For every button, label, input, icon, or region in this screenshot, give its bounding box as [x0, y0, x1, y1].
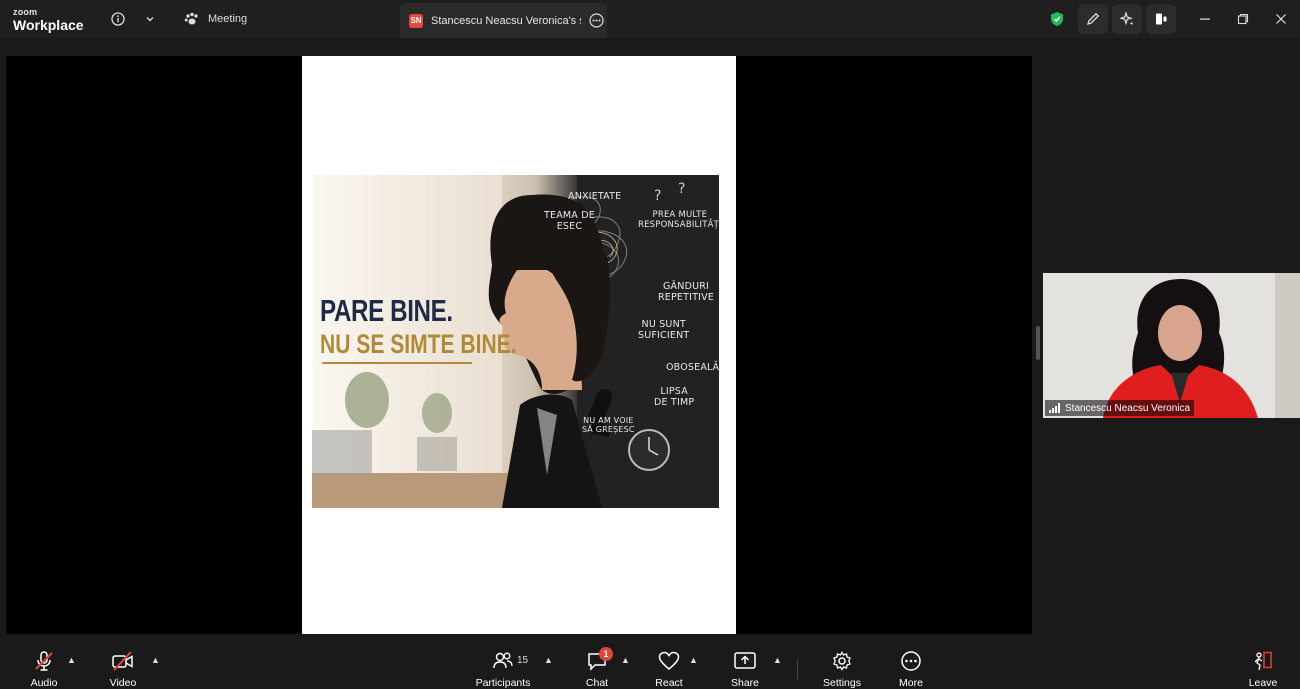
video-button[interactable]: Video [93, 651, 153, 689]
chat-options-caret-icon[interactable]: ▲ [621, 655, 630, 665]
annotate-pencil-icon[interactable] [1078, 4, 1108, 34]
share-label: Share [730, 677, 760, 689]
leave-door-icon [1254, 651, 1272, 671]
participants-label: Participants [475, 677, 531, 689]
chat-unread-badge: 1 [599, 647, 613, 661]
share-button[interactable]: Share [715, 651, 775, 689]
audio-options-caret-icon[interactable]: ▲ [67, 655, 76, 665]
ai-companion-sparkle-icon[interactable] [1112, 4, 1142, 34]
signal-strength-icon [1049, 403, 1060, 413]
chat-label: Chat [585, 677, 609, 689]
settings-label: Settings [823, 677, 861, 689]
video-options-caret-icon[interactable]: ▲ [151, 655, 160, 665]
chat-button[interactable]: 1 Chat [567, 647, 627, 689]
logo-zoom-text: zoom [13, 7, 38, 17]
more-options-icon[interactable] [589, 13, 604, 28]
heart-icon [658, 651, 680, 670]
close-icon[interactable] [1262, 13, 1300, 25]
minimize-icon[interactable] [1186, 13, 1224, 25]
leave-button[interactable]: Leave [1233, 651, 1293, 689]
meeting-toolbar: Audio ▲ Video ▲ Participants 15 ▲ 1 Chat… [0, 641, 1300, 689]
headline-underline [322, 362, 472, 364]
meeting-label: Meeting [208, 13, 248, 25]
logo-workplace-text: Workplace [13, 17, 84, 33]
word-nu-sunt: NU SUNT SUFICIENT [638, 319, 690, 341]
audio-label: Audio [30, 677, 58, 689]
participants-count: 15 [517, 655, 529, 666]
video-camera-off-icon [112, 651, 133, 671]
info-icon[interactable] [107, 8, 129, 30]
video-label: Video [109, 677, 137, 689]
participant-video-tile[interactable]: Stancescu Neacsu Veronica [1043, 273, 1300, 418]
participant-name-label: Stancescu Neacsu Veronica [1045, 400, 1195, 416]
gear-icon [833, 651, 851, 671]
title-bar: zoom Workplace Meeting SN Stancescu Neac… [0, 0, 1300, 38]
screen-share-tab-label: Stancescu Neacsu Veronica's screen [431, 14, 581, 27]
audio-button[interactable]: Audio [14, 651, 74, 689]
svg-text:?: ? [678, 181, 685, 197]
shared-screen-view[interactable]: ? ? PARE BINE. NU SE SIMTE BINE. ANXIETA… [6, 56, 1032, 634]
chevron-down-icon[interactable] [139, 8, 161, 30]
participant-video-frame [1043, 273, 1300, 418]
shared-document-page: ? ? PARE BINE. NU SE SIMTE BINE. ANXIETA… [302, 56, 736, 634]
svg-text:?: ? [654, 188, 661, 204]
settings-button[interactable]: Settings [812, 651, 872, 689]
toolbar-divider [797, 659, 798, 679]
window-controls [1038, 0, 1300, 38]
react-options-caret-icon[interactable]: ▲ [689, 655, 698, 665]
share-options-caret-icon[interactable]: ▲ [773, 655, 782, 665]
slide-headline-line1: PARE BINE. [320, 293, 453, 328]
more-dots-icon [901, 651, 921, 671]
word-oboseala: OBOSEALĂ [666, 362, 719, 373]
screen-share-tab[interactable]: SN Stancescu Neacsu Veronica's screen [400, 3, 607, 38]
word-prea-multe: PREA MULTE RESPONSABILITĂȚI [638, 210, 719, 230]
apps-panel-icon[interactable] [1146, 4, 1176, 34]
word-nu-am-voie: NU AM VOIE SĂ GREȘESC [582, 416, 635, 435]
more-label: More [899, 677, 923, 689]
sharer-initials-badge: SN [409, 13, 423, 28]
zoom-workplace-logo: zoom Workplace [13, 7, 84, 33]
microphone-muted-icon [35, 651, 53, 671]
word-teama-de-esec: TEAMA DE ESEC [544, 210, 595, 232]
word-anxietate: ANXIETATE [568, 191, 622, 202]
participants-options-caret-icon[interactable]: ▲ [544, 655, 553, 665]
slide-headline-line2: NU SE SIMTE BINE. [320, 329, 517, 359]
paw-icon [184, 12, 198, 25]
shield-icon[interactable] [1038, 11, 1076, 27]
meeting-button[interactable]: Meeting [184, 8, 247, 30]
react-label: React [655, 677, 683, 689]
leave-label: Leave [1248, 677, 1278, 689]
slide-illustration: ? ? PARE BINE. NU SE SIMTE BINE. ANXIETA… [312, 175, 719, 508]
share-screen-icon [734, 652, 756, 669]
participants-icon [493, 652, 513, 669]
restore-icon[interactable] [1224, 13, 1262, 25]
word-lipsa: LIPSA DE TIMP [654, 386, 695, 408]
participant-name: Stancescu Neacsu Veronica [1065, 402, 1191, 414]
more-button[interactable]: More [881, 651, 941, 689]
panel-resize-handle[interactable] [1036, 326, 1040, 360]
word-ganduri: GÂNDURI REPETITIVE [658, 281, 715, 303]
